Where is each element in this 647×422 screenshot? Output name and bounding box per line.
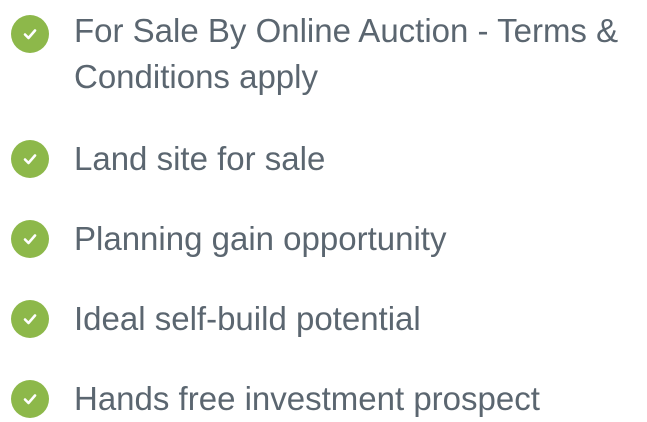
- check-circle-icon: [11, 300, 49, 338]
- check-circle-icon: [11, 15, 49, 53]
- feature-label: Ideal self-build potential: [74, 300, 421, 337]
- check-circle-icon: [11, 220, 49, 258]
- check-circle-icon: [11, 380, 49, 418]
- feature-label: For Sale By Online Auction - Terms & Con…: [74, 12, 619, 95]
- feature-label: Hands free investment prospect: [74, 380, 540, 417]
- feature-label: Planning gain opportunity: [74, 220, 447, 257]
- feature-label: Land site for sale: [74, 140, 326, 177]
- check-circle-icon: [11, 140, 49, 178]
